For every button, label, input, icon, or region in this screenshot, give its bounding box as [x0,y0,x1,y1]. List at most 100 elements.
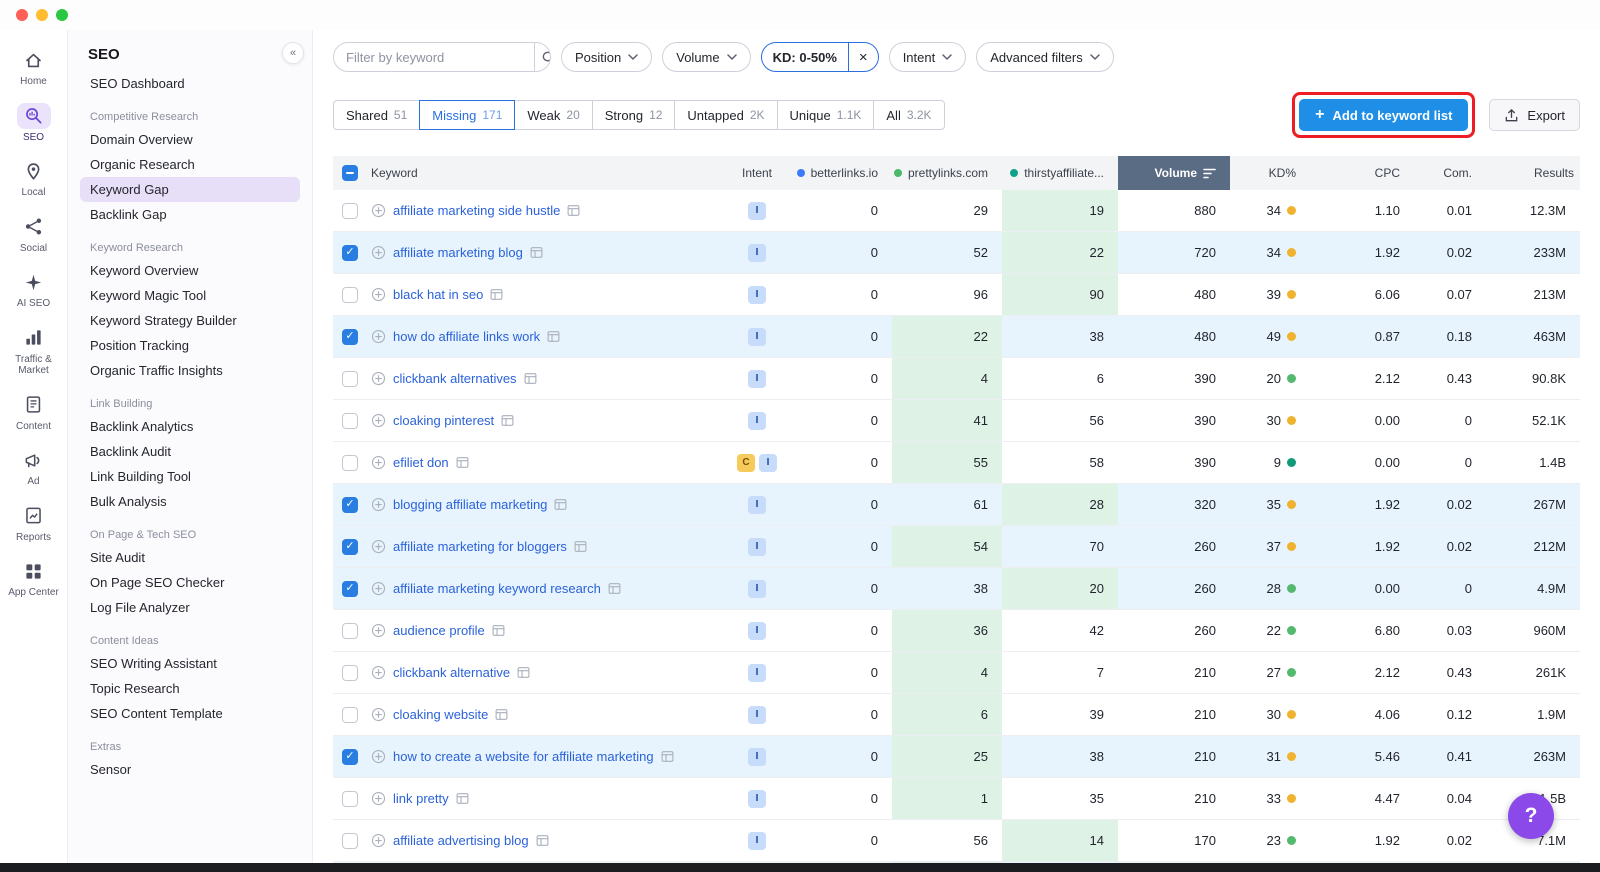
rail-item-content[interactable]: Content [2,385,66,441]
intent-badge-i[interactable]: I [748,328,766,346]
keyword-link[interactable]: affiliate marketing keyword research [393,581,601,596]
column-header-com[interactable]: Com. [1414,156,1486,190]
column-header-betterlinks-io[interactable]: betterlinks.io [788,156,892,190]
keyword-link[interactable]: black hat in seo [393,287,483,302]
intent-badge-i[interactable]: I [748,622,766,640]
sidebar-item-organic-research[interactable]: Organic Research [80,152,300,177]
keyword-link[interactable]: cloaking pinterest [393,413,494,428]
intent-badge-i[interactable]: I [748,580,766,598]
intent-badge-i[interactable]: I [748,370,766,388]
intent-badge-i[interactable]: I [748,706,766,724]
row-checkbox[interactable] [342,413,358,429]
keyword-filter-input[interactable] [334,43,534,71]
row-checkbox[interactable]: ✓ [342,581,358,597]
column-header-intent[interactable]: Intent [726,156,788,190]
tab-unique[interactable]: Unique1.1K [777,100,875,130]
row-checkbox[interactable]: ✓ [342,329,358,345]
volume-filter-dropdown[interactable]: Volume [662,42,750,72]
keyword-link[interactable]: how do affiliate links work [393,329,540,344]
sidebar-item-sensor[interactable]: Sensor [80,757,300,782]
sidebar-item-seo-writing-assistant[interactable]: SEO Writing Assistant [80,651,300,676]
column-header-volume[interactable]: Volume [1118,156,1230,190]
row-checkbox[interactable]: ✓ [342,245,358,261]
keyword-link[interactable]: affiliate marketing blog [393,245,523,260]
sidebar-item-keyword-strategy-builder[interactable]: Keyword Strategy Builder [80,308,300,333]
sidebar-item-topic-research[interactable]: Topic Research [80,676,300,701]
sidebar-item-log-file-analyzer[interactable]: Log File Analyzer [80,595,300,620]
sidebar-item-seo-dashboard[interactable]: SEO Dashboard [80,71,300,96]
intent-badge-i[interactable]: I [748,202,766,220]
row-checkbox[interactable] [342,707,358,723]
help-button[interactable]: ? [1508,793,1554,839]
row-checkbox[interactable] [342,791,358,807]
intent-badge-i[interactable]: I [748,496,766,514]
row-checkbox[interactable] [342,833,358,849]
keyword-link[interactable]: affiliate marketing side hustle [393,203,560,218]
row-checkbox[interactable] [342,203,358,219]
intent-badge-i[interactable]: I [748,412,766,430]
keyword-link[interactable]: clickbank alternatives [393,371,517,386]
traffic-light-close-icon[interactable] [16,9,28,21]
select-all-checkbox[interactable] [342,165,358,181]
tab-weak[interactable]: Weak20 [514,100,592,130]
column-header-prettylinks-com[interactable]: prettylinks.com [892,156,1002,190]
intent-badge-c[interactable]: C [737,454,755,472]
rail-item-seo[interactable]: SEO [2,96,66,152]
sidebar-item-keyword-overview[interactable]: Keyword Overview [80,258,300,283]
sidebar-item-organic-traffic-insights[interactable]: Organic Traffic Insights [80,358,300,383]
column-header-thirstyaffiliate[interactable]: thirstyaffiliate... [1002,156,1118,190]
row-checkbox[interactable]: ✓ [342,749,358,765]
sidebar-item-domain-overview[interactable]: Domain Overview [80,127,300,152]
row-checkbox[interactable] [342,623,358,639]
column-header-kd[interactable]: KD% [1230,156,1310,190]
tab-untapped[interactable]: Untapped2K [674,100,777,130]
advanced-filters-dropdown[interactable]: Advanced filters [976,42,1114,72]
rail-item-app-center[interactable]: App Center [2,551,66,607]
intent-badge-i[interactable]: I [748,244,766,262]
column-header-cpc[interactable]: CPC [1310,156,1414,190]
sidebar-item-backlink-analytics[interactable]: Backlink Analytics [80,414,300,439]
sidebar-item-backlink-audit[interactable]: Backlink Audit [80,439,300,464]
row-checkbox[interactable]: ✓ [342,539,358,555]
sidebar-collapse-button[interactable]: « [282,42,304,64]
intent-badge-i[interactable]: I [748,832,766,850]
sidebar-item-keyword-magic-tool[interactable]: Keyword Magic Tool [80,283,300,308]
sidebar-item-position-tracking[interactable]: Position Tracking [80,333,300,358]
tab-shared[interactable]: Shared51 [333,100,420,130]
keyword-link[interactable]: efiliet don [393,455,449,470]
kd-filter-chip[interactable]: KD: 0-50% × [761,42,879,72]
sidebar-item-seo-content-template[interactable]: SEO Content Template [80,701,300,726]
traffic-light-minimize-icon[interactable] [36,9,48,21]
sidebar-item-link-building-tool[interactable]: Link Building Tool [80,464,300,489]
traffic-light-zoom-icon[interactable] [56,9,68,21]
intent-badge-i[interactable]: I [759,454,777,472]
intent-badge-i[interactable]: I [748,748,766,766]
export-button[interactable]: Export [1489,99,1580,131]
rail-item-local[interactable]: Local [2,151,66,207]
row-checkbox[interactable] [342,455,358,471]
row-checkbox[interactable] [342,287,358,303]
column-header-keyword[interactable]: Keyword [367,156,726,190]
row-checkbox[interactable] [342,371,358,387]
rail-item-home[interactable]: Home [2,40,66,96]
column-header-results[interactable]: Results [1486,156,1580,190]
intent-badge-i[interactable]: I [748,286,766,304]
keyword-link[interactable]: affiliate advertising blog [393,833,529,848]
sidebar-item-site-audit[interactable]: Site Audit [80,545,300,570]
tab-missing[interactable]: Missing171 [419,100,515,130]
keyword-link[interactable]: clickbank alternative [393,665,510,680]
row-checkbox[interactable] [342,665,358,681]
rail-item-traffic-market[interactable]: Traffic & Market [2,318,66,385]
rail-item-ai-seo[interactable]: AI SEO [2,262,66,318]
keyword-link[interactable]: how to create a website for affiliate ma… [393,749,654,764]
keyword-link[interactable]: blogging affiliate marketing [393,497,547,512]
rail-item-reports[interactable]: Reports [2,496,66,552]
intent-badge-i[interactable]: I [748,538,766,556]
sidebar-item-backlink-gap[interactable]: Backlink Gap [80,202,300,227]
intent-badge-i[interactable]: I [748,790,766,808]
keyword-link[interactable]: cloaking website [393,707,488,722]
add-to-keyword-list-button[interactable]: + Add to keyword list [1299,99,1468,131]
intent-filter-dropdown[interactable]: Intent [889,42,967,72]
sidebar-item-keyword-gap[interactable]: Keyword Gap [80,177,300,202]
rail-item-social[interactable]: Social [2,207,66,263]
